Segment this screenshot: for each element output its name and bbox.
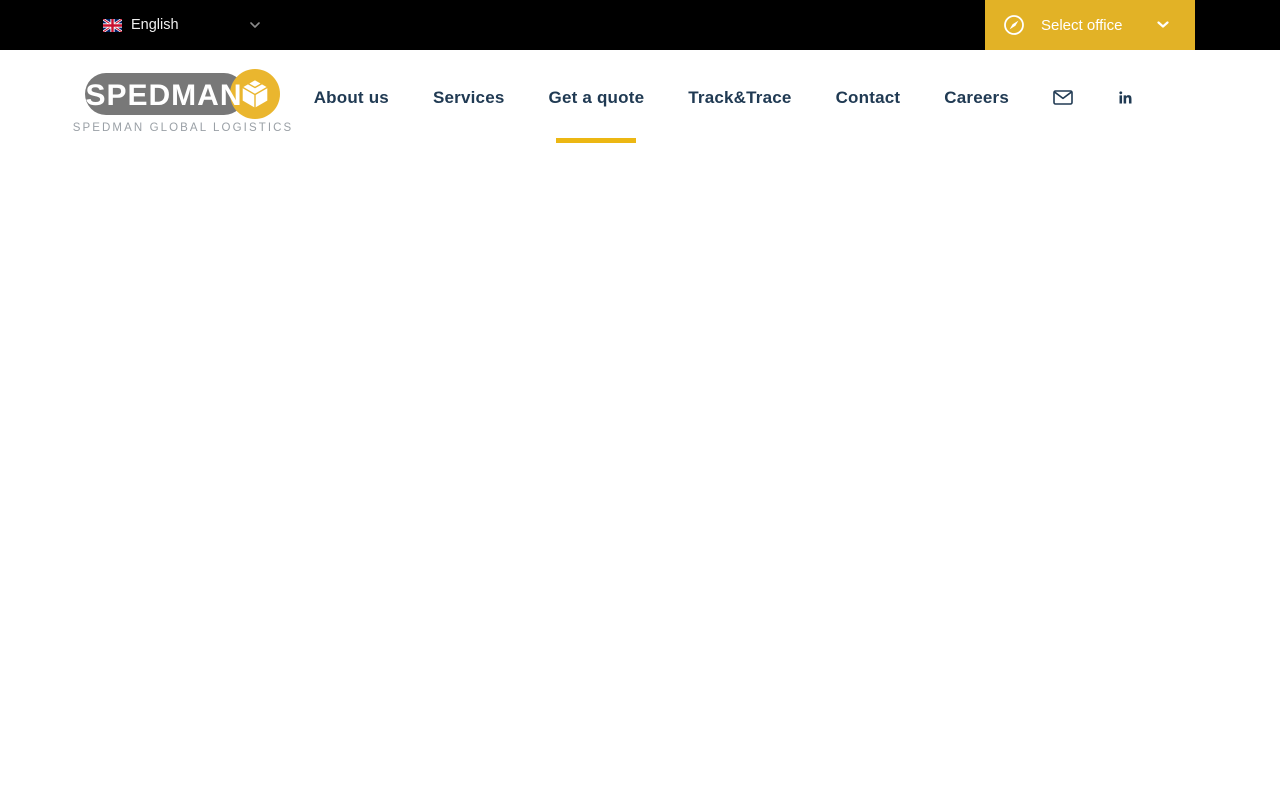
compass-icon <box>1004 15 1024 35</box>
email-icon <box>1053 90 1073 105</box>
nav-item-contact[interactable]: Contact <box>836 50 901 145</box>
select-office-label: Select office <box>1041 16 1123 34</box>
language-label: English <box>131 17 179 33</box>
logo-graphic: SPEDMAN <box>85 68 280 119</box>
nav-item-services[interactable]: Services <box>433 50 505 145</box>
nav-item-careers[interactable]: Careers <box>944 50 1009 145</box>
chevron-down-icon <box>249 21 260 28</box>
linkedin-icon <box>1119 91 1132 104</box>
site-header: SPEDMAN SPEDMAN GLOBAL LOGISTICS About u… <box>0 50 1280 145</box>
chevron-down-icon <box>1157 21 1169 28</box>
logo[interactable]: SPEDMAN SPEDMAN GLOBAL LOGISTICS <box>73 68 291 134</box>
email-link[interactable] <box>1053 50 1073 145</box>
uk-flag-icon <box>103 18 122 32</box>
page-content <box>0 145 1280 800</box>
select-office-button[interactable]: Select office <box>985 0 1195 50</box>
nav-item-about-us[interactable]: About us <box>314 50 389 145</box>
main-nav: About us Services Get a quote Track&Trac… <box>314 50 1134 145</box>
logo-wordmark: SPEDMAN <box>85 79 242 112</box>
topbar: English Select office <box>0 0 1280 50</box>
linkedin-link[interactable] <box>1117 50 1134 145</box>
logo-tagline: SPEDMAN GLOBAL LOGISTICS <box>72 121 294 134</box>
language-selector[interactable]: English <box>103 0 260 50</box>
nav-item-track-and-trace[interactable]: Track&Trace <box>688 50 791 145</box>
nav-item-get-a-quote[interactable]: Get a quote <box>549 50 645 145</box>
